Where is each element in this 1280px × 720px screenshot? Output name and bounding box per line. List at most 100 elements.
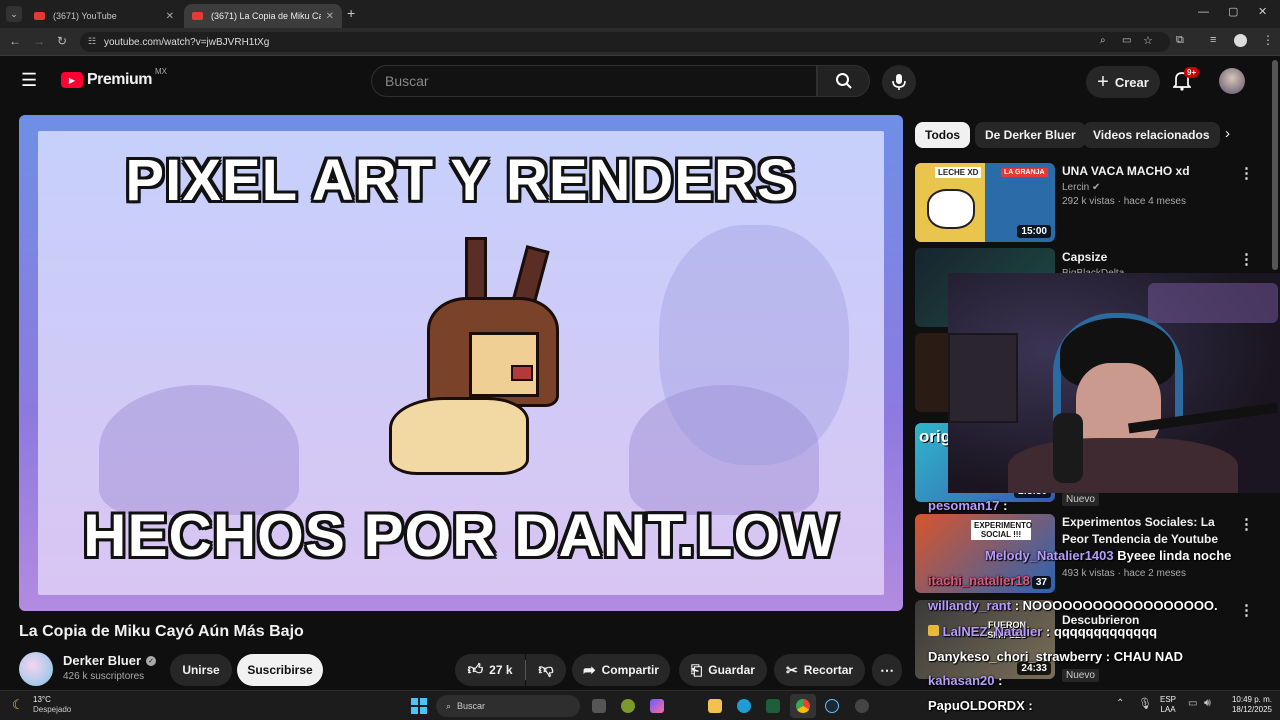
network-icon[interactable]: ▭ — [1188, 698, 1197, 709]
more-options-icon[interactable]: ⋮ — [1239, 515, 1254, 533]
reload-icon[interactable]: ↻ — [57, 34, 67, 48]
more-options-icon[interactable]: ⋮ — [1239, 164, 1254, 182]
clock-date: 18/12/2025 — [1231, 705, 1272, 714]
more-options-icon[interactable]: ⋮ — [1239, 250, 1254, 268]
taskbar-search-label: Buscar — [457, 701, 486, 711]
forward-icon[interactable]: → — [33, 34, 45, 48]
subscribe-button[interactable]: Suscribirse — [237, 654, 323, 686]
app-icon-copilot[interactable] — [650, 699, 664, 713]
voice-search-button[interactable] — [882, 65, 916, 99]
chat-text: : CHAU NAD — [1105, 649, 1184, 664]
chip-from-channel[interactable]: De Derker Bluer — [975, 122, 1086, 148]
bookmark-star-icon[interactable]: ☆ — [1143, 34, 1153, 47]
weather-condition: Despejado — [33, 705, 72, 714]
chat-message: kahasan20 : — [928, 673, 1002, 688]
chat-username: willandy_rant — [928, 598, 1012, 613]
app-icon-x[interactable] — [766, 699, 780, 713]
join-button[interactable]: Unirse — [170, 654, 232, 686]
chat-message: PapuOLDORDX : — [928, 698, 1033, 713]
site-info-icon[interactable]: ☷ — [88, 36, 96, 47]
youtube-play-icon: ▶ — [61, 72, 83, 88]
language-code: ESP — [1160, 695, 1177, 704]
chat-badge-icon — [928, 625, 939, 636]
system-tray-chevron-icon[interactable]: ⌃ — [1116, 698, 1124, 709]
hamburger-menu-icon[interactable]: ☰ — [21, 70, 37, 91]
clip-button[interactable]: ✂ Recortar — [774, 654, 865, 686]
back-icon[interactable]: ← — [9, 34, 21, 48]
url-text: youtube.com/watch?v=jwBJVRH1tXg — [104, 36, 270, 48]
app-icon-circle[interactable] — [621, 699, 635, 713]
more-options-icon[interactable]: ⋮ — [1239, 601, 1254, 619]
browser-menu-icon[interactable]: ⋮ — [1262, 33, 1274, 47]
windows-logo-icon — [411, 707, 418, 714]
related-video-thumbnail[interactable]: LECHE XD LA GRANJA 15:00 — [915, 163, 1055, 242]
weather-widget[interactable]: 13°C Despejado — [33, 695, 71, 715]
search-button[interactable] — [817, 65, 870, 97]
chat-username: Melody_Natalier1403 — [985, 548, 1114, 563]
thumb-text: orig — [919, 427, 952, 446]
browser-tab-active[interactable]: (3671) La Copia de Miku Cayó Aún Más Baj… — [184, 4, 342, 28]
new-badge: Nuevo — [1062, 669, 1099, 682]
channel-info: Derker Bluer ✓ 426 k suscriptores — [63, 653, 157, 682]
tab-label: (3671) YouTube — [53, 11, 117, 21]
youtube-logo[interactable]: ▶ Premium MX — [61, 67, 167, 89]
chrome-icon-active[interactable] — [790, 694, 816, 718]
profile-icon[interactable] — [1234, 34, 1247, 47]
channel-avatar[interactable] — [19, 652, 53, 686]
share-icon: ➦ — [583, 662, 596, 679]
zoom-icon[interactable]: ⌕ — [1100, 35, 1106, 46]
related-video-title: Experimentos Sociales: La Peor Tendencia… — [1062, 515, 1219, 546]
channel-name[interactable]: Derker Bluer — [63, 653, 141, 668]
browser-tab-youtube[interactable]: (3671) YouTube ✕ — [26, 4, 182, 28]
clock[interactable]: 10:49 p. m. 18/12/2025 — [1224, 695, 1272, 715]
related-video-info[interactable]: Experimentos Sociales: La Peor Tendencia… — [1062, 514, 1237, 579]
edge-icon[interactable] — [737, 699, 751, 713]
account-avatar[interactable] — [1219, 68, 1245, 94]
notifications-button[interactable]: 9+ — [1171, 67, 1200, 96]
chat-message: Danykeso_chori_strawberry : CHAU NAD — [928, 649, 1183, 664]
chevron-right-icon[interactable]: › — [1225, 125, 1230, 142]
maximize-button[interactable]: ▢ — [1228, 5, 1238, 18]
search-input[interactable]: Buscar — [371, 65, 817, 97]
chip-all[interactable]: Todos — [915, 122, 971, 148]
video-player[interactable]: PIXEL ART Y RENDERS HECHOS POR DANT.LOW — [19, 115, 903, 611]
wall-panel — [948, 333, 1018, 423]
chat-username: itachi_natalier18 — [928, 573, 1030, 588]
taskbar-search[interactable]: ⌕ Buscar — [436, 695, 580, 717]
new-tab-button[interactable]: + — [347, 5, 355, 21]
chrome-icon — [796, 699, 810, 713]
share-button[interactable]: ➦ Compartir — [572, 654, 670, 686]
notification-badge: 9+ — [1184, 67, 1200, 78]
thumbs-down-icon: 👎︎ — [538, 661, 554, 678]
page-scrollbar[interactable] — [1272, 60, 1278, 270]
steam-icon[interactable] — [825, 699, 839, 713]
minimize-button[interactable]: — — [1198, 6, 1209, 18]
verified-icon: ✔ — [1092, 182, 1101, 193]
like-button[interactable]: 👍︎ 27 k — [455, 654, 525, 686]
chip-related[interactable]: Videos relacionados — [1083, 122, 1220, 148]
tab-search-button[interactable]: ⌄ — [6, 6, 22, 22]
task-view-icon[interactable] — [592, 699, 606, 713]
save-button[interactable]: ⎗ Guardar — [679, 654, 767, 686]
app-icon-obs[interactable] — [855, 699, 869, 713]
volume-icon[interactable]: 🔊︎ — [1204, 697, 1211, 710]
thumbnail-headline-top: PIXEL ART Y RENDERS — [125, 148, 797, 213]
close-tab-icon[interactable]: ✕ — [166, 11, 174, 22]
dislike-button[interactable]: 👎︎ — [526, 654, 566, 686]
related-video-meta: 292 k vistas · hace 4 meses — [1062, 196, 1186, 207]
channel-label: Lercin — [1062, 182, 1090, 193]
url-field[interactable]: ☷ youtube.com/watch?v=jwBJVRH1tXg ⌕ ▭ ☆ — [80, 32, 1170, 52]
more-actions-button[interactable]: ⋯ — [872, 654, 902, 686]
reading-list-icon[interactable]: ≡ — [1210, 34, 1216, 46]
create-button[interactable]: + Crear — [1086, 66, 1160, 98]
youtube-favicon-icon — [192, 12, 203, 20]
file-explorer-icon[interactable] — [708, 699, 722, 713]
extensions-icon[interactable]: ⧉ — [1176, 34, 1184, 47]
start-button[interactable] — [411, 698, 427, 714]
close-window-button[interactable]: ✕ — [1258, 5, 1267, 18]
microphone-tray-icon[interactable]: 🎙︎ — [1138, 697, 1152, 710]
language-indicator[interactable]: ESP LAA — [1160, 695, 1176, 715]
close-tab-icon[interactable]: ✕ — [326, 11, 334, 22]
cast-icon[interactable]: ▭ — [1122, 35, 1131, 46]
related-video-info[interactable]: UNA VACA MACHO xd Lercin ✔ 292 k vistas … — [1062, 163, 1232, 207]
